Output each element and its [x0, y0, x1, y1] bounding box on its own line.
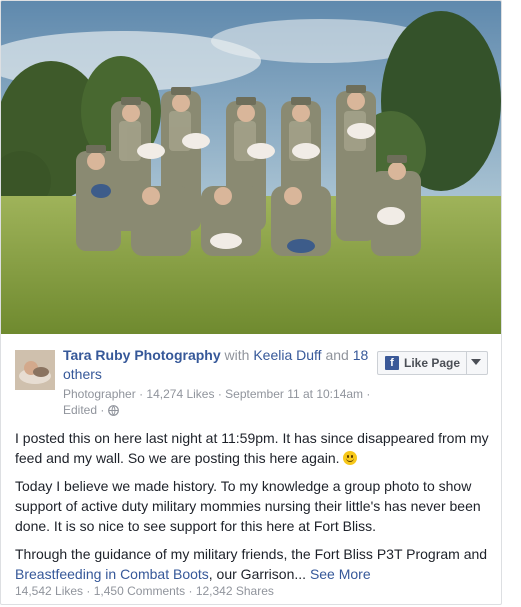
- post-header: Tara Ruby Photography with Keelia Duff a…: [1, 334, 501, 417]
- post-title-line: Tara Ruby Photography with Keelia Duff a…: [63, 346, 383, 384]
- comments-count[interactable]: 1,450 Comments: [94, 584, 185, 598]
- breastfeeding-link[interactable]: Breastfeeding in Combat Boots: [15, 566, 209, 582]
- post-paragraph-1: I posted this on here last night at 11:5…: [15, 428, 495, 468]
- post-photo[interactable]: [1, 1, 501, 334]
- button-divider: [466, 352, 467, 374]
- edited-label[interactable]: Edited: [63, 403, 97, 417]
- others-label: others: [63, 366, 102, 382]
- avatar-image: [15, 350, 55, 390]
- group-photo-image: [1, 1, 501, 334]
- meta-separator: ·: [366, 387, 371, 401]
- post-body: I posted this on here last night at 11:5…: [15, 428, 495, 592]
- meta-separator: ·: [100, 403, 105, 417]
- shares-count[interactable]: 12,342 Shares: [196, 584, 274, 598]
- paragraph-3-text: Through the guidance of my military frie…: [15, 546, 488, 562]
- post-paragraph-2: Today I believe we made history. To my k…: [15, 478, 481, 534]
- paragraph-1-text: I posted this on here last night at 11:5…: [15, 430, 489, 466]
- like-page-button[interactable]: f Like Page: [377, 351, 488, 375]
- post-stats: 14,542 Likes · 1,450 Comments · 12,342 S…: [15, 584, 495, 598]
- meta-separator: ·: [139, 387, 144, 401]
- post-meta: Photographer · 14,274 Likes · September …: [63, 386, 393, 420]
- stats-separator: ·: [86, 584, 91, 598]
- caret-down-icon[interactable]: [471, 359, 481, 365]
- facebook-icon: f: [385, 356, 399, 370]
- paragraph-3-tail: , our Garrison...: [208, 566, 307, 582]
- like-page-label: Like Page: [404, 356, 461, 370]
- meta-separator: ·: [217, 387, 222, 401]
- page-avatar[interactable]: [15, 350, 55, 390]
- stats-separator: ·: [188, 584, 193, 598]
- likes-count[interactable]: 14,542 Likes: [15, 584, 83, 598]
- post-card: Tara Ruby Photography with Keelia Duff a…: [0, 0, 502, 605]
- page-likes-count: 14,274 Likes: [146, 387, 215, 401]
- page-name-link[interactable]: Tara Ruby Photography: [63, 347, 221, 363]
- post-timestamp[interactable]: September 11 at 10:14am: [225, 387, 363, 401]
- post-paragraph-3: Through the guidance of my military frie…: [15, 544, 495, 584]
- smile-emoji-icon: [343, 451, 358, 465]
- page-category: Photographer: [63, 387, 136, 401]
- with-text: with: [224, 347, 250, 363]
- globe-icon: [107, 404, 119, 420]
- see-more-link[interactable]: See More: [310, 566, 371, 582]
- others-count: 18: [352, 347, 369, 363]
- tagged-person-link[interactable]: Keelia Duff: [253, 347, 321, 363]
- and-text: and: [325, 347, 349, 363]
